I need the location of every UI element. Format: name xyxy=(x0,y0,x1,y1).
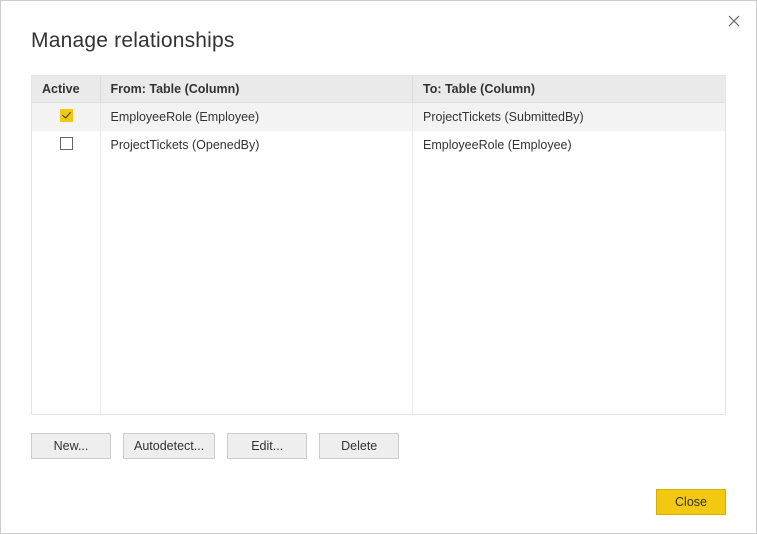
col-header-to[interactable]: To: Table (Column) xyxy=(413,76,726,103)
table-row[interactable]: EmployeeRole (Employee)ProjectTickets (S… xyxy=(32,103,725,132)
dialog-title: Manage relationships xyxy=(31,29,726,53)
close-icon[interactable] xyxy=(722,9,746,33)
new-button[interactable]: New... xyxy=(31,433,111,459)
table-filler xyxy=(32,159,725,415)
relationships-table: Active From: Table (Column) To: Table (C… xyxy=(31,75,726,415)
col-header-active[interactable]: Active xyxy=(32,76,100,103)
from-cell: EmployeeRole (Employee) xyxy=(100,103,413,132)
action-button-row: New... Autodetect... Edit... Delete xyxy=(31,433,726,459)
to-cell: ProjectTickets (SubmittedBy) xyxy=(413,103,726,132)
table-row[interactable]: ProjectTickets (OpenedBy)EmployeeRole (E… xyxy=(32,131,725,159)
close-button[interactable]: Close xyxy=(656,489,726,515)
delete-button[interactable]: Delete xyxy=(319,433,399,459)
manage-relationships-dialog: Manage relationships Active From: Table … xyxy=(0,0,757,534)
dialog-footer: Close xyxy=(656,489,726,515)
autodetect-button[interactable]: Autodetect... xyxy=(123,433,215,459)
to-cell: EmployeeRole (Employee) xyxy=(413,131,726,159)
active-checkbox[interactable] xyxy=(60,109,73,122)
active-checkbox[interactable] xyxy=(60,137,73,150)
from-cell: ProjectTickets (OpenedBy) xyxy=(100,131,413,159)
col-header-from[interactable]: From: Table (Column) xyxy=(100,76,413,103)
edit-button[interactable]: Edit... xyxy=(227,433,307,459)
